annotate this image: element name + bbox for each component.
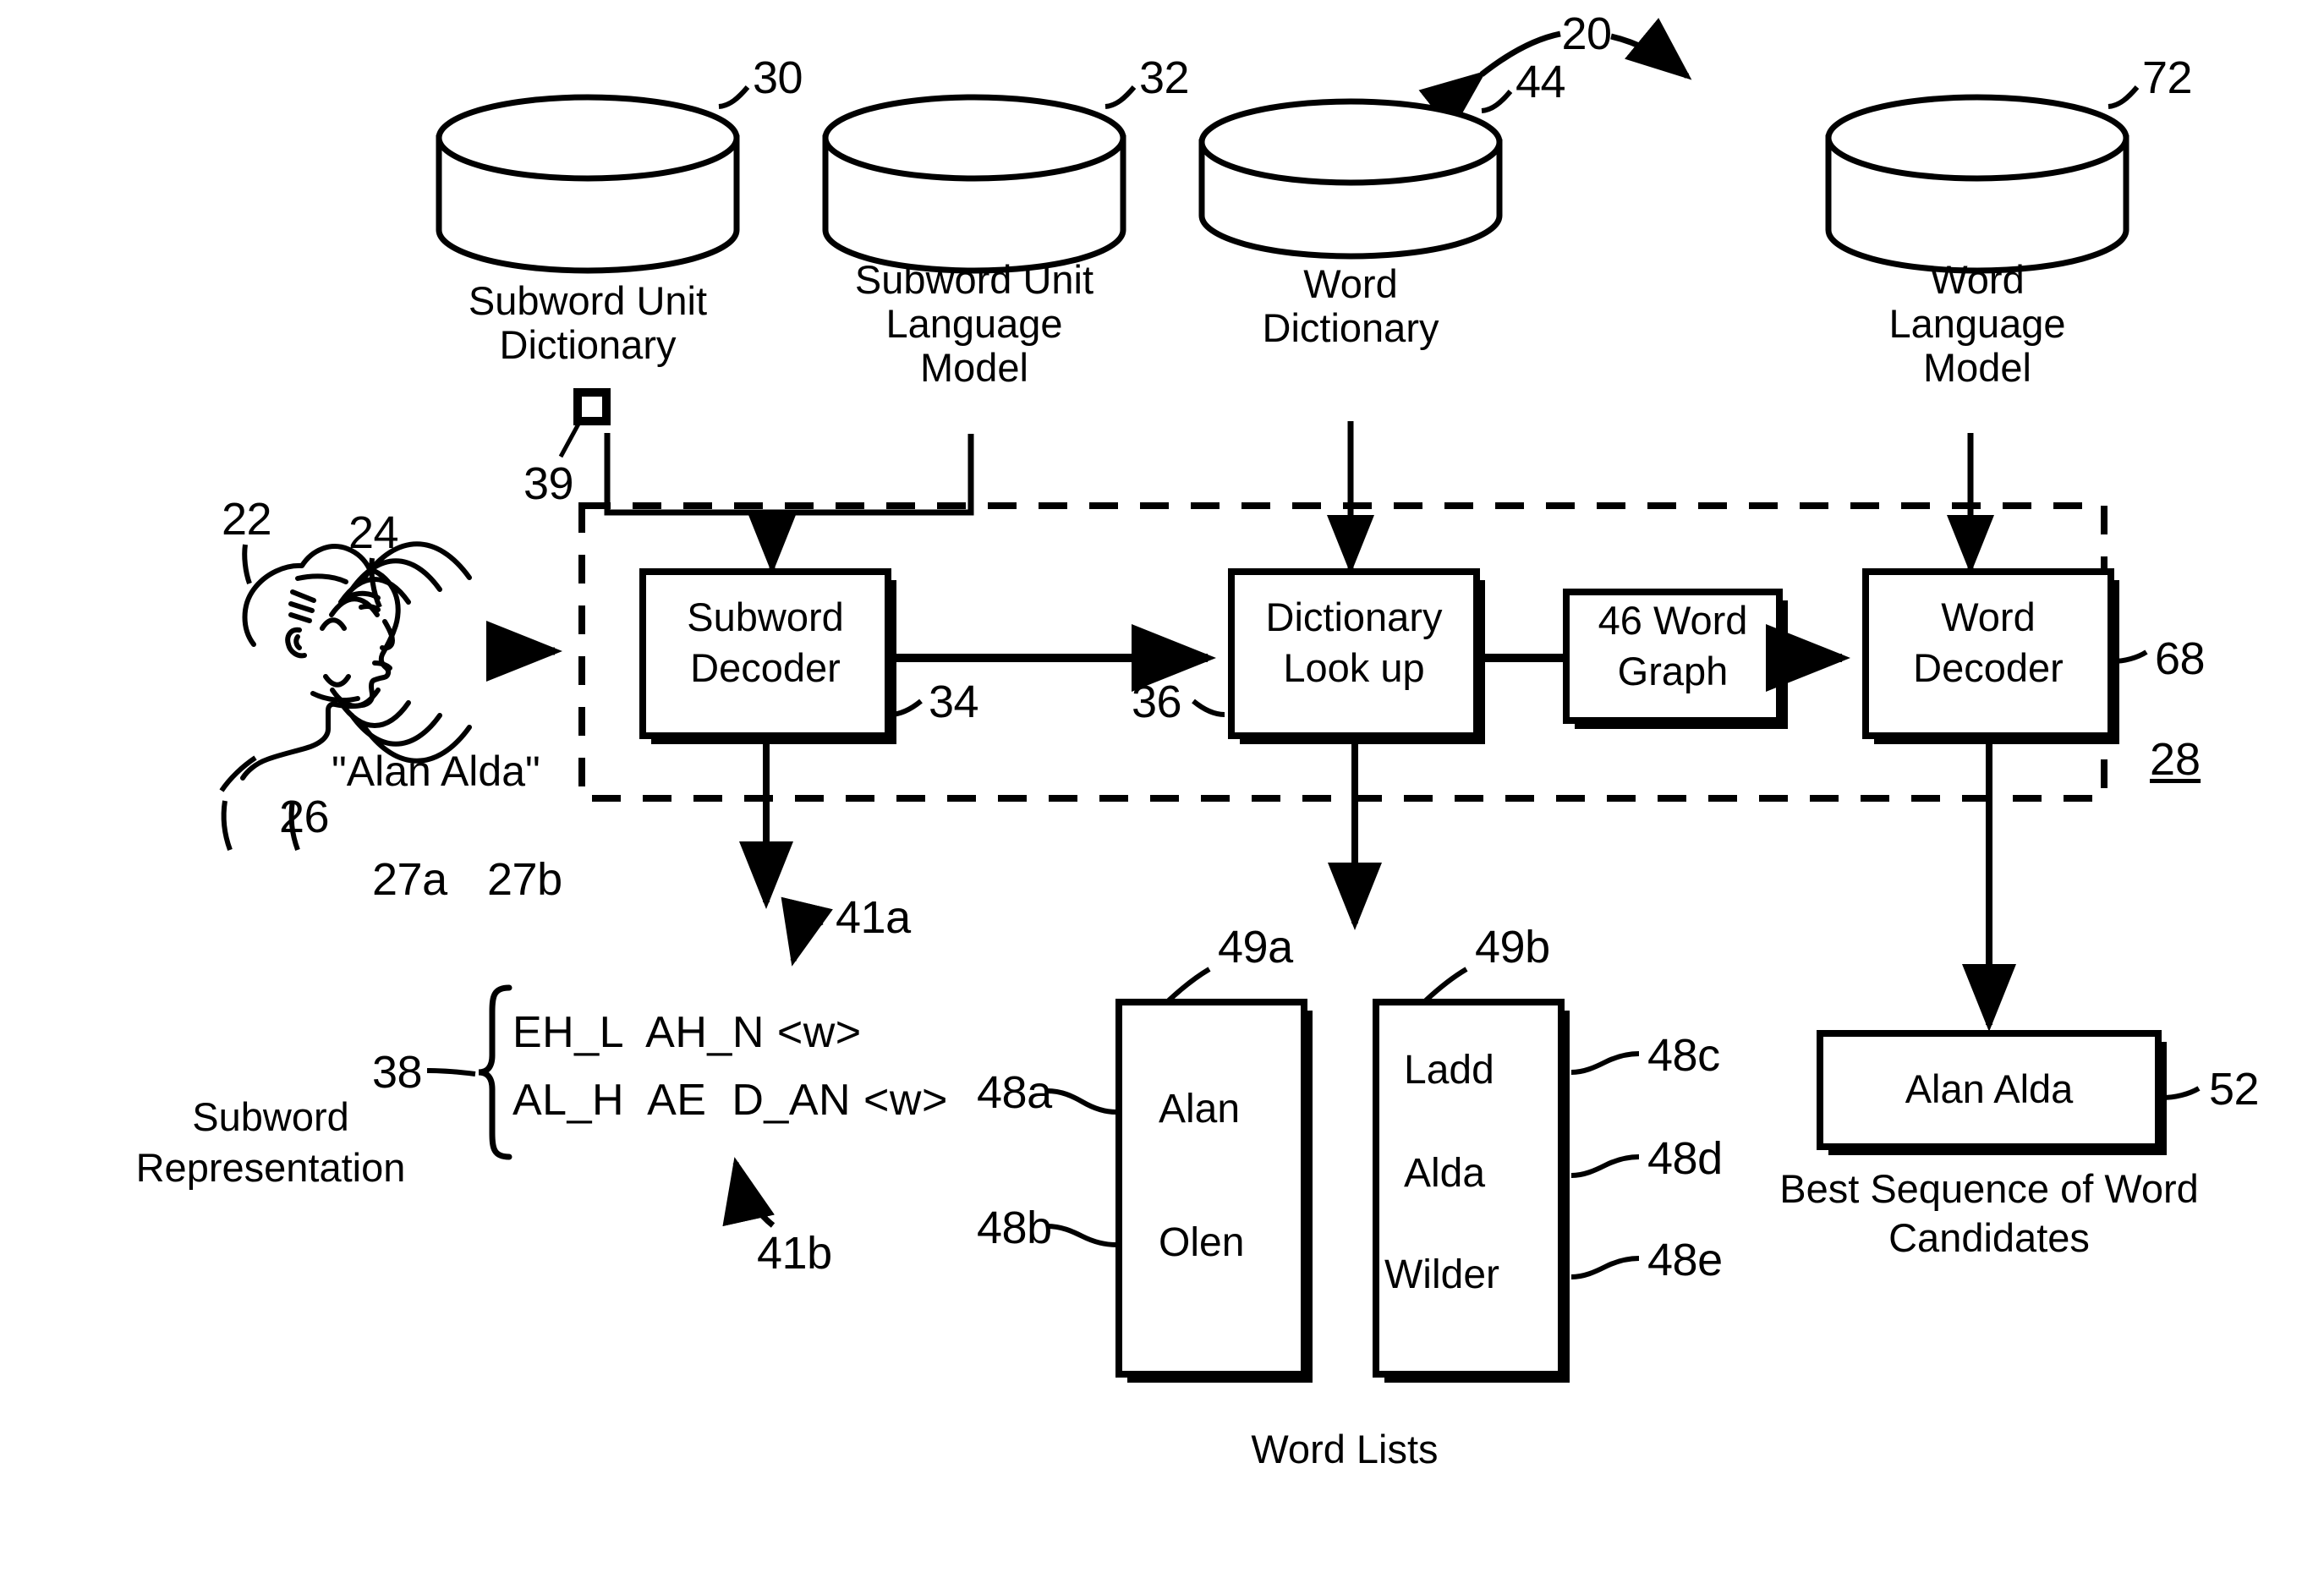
- subword-representation-caption-line-2: Representation: [135, 1145, 406, 1190]
- result-caption-line-2: Candidates: [1888, 1215, 2090, 1260]
- datastore-32-line-2: Language: [885, 301, 1063, 346]
- ref-leader-48b: [1046, 1224, 1117, 1247]
- ref-leader-52: [2161, 1086, 2201, 1100]
- datastore-word-dictionary: [1198, 98, 1503, 260]
- ref-leader-48c: [1570, 1051, 1640, 1075]
- word-item-48d-text: Alda: [1404, 1151, 1486, 1196]
- datastore-39-ref: 39: [523, 458, 574, 509]
- datastore-subword-unit-language-model: [822, 94, 1126, 274]
- ref-leader-44: [1481, 90, 1513, 113]
- ref-leader-48e: [1570, 1256, 1640, 1279]
- word-item-48b-ref: 48b: [977, 1203, 1052, 1253]
- datastore-30-line-2: Dictionary: [499, 322, 677, 367]
- ref-leader-49b: [1423, 967, 1468, 1003]
- ref-leader-30: [718, 85, 750, 109]
- ref-leader-41b: [722, 1157, 776, 1228]
- utterance-ref: 26: [279, 792, 330, 842]
- datastore-32-line-3: Model: [919, 345, 1028, 390]
- utterance-text: "Alan Alda": [332, 748, 540, 795]
- datastore-word-language-model: [1825, 94, 2129, 274]
- datastore-72-line-1: Word: [1930, 257, 2025, 302]
- word-item-48a-text: Alan: [1159, 1087, 1241, 1131]
- datastore-32-line-1: Subword Unit: [854, 257, 1094, 302]
- datastore-30-ref: 30: [753, 52, 803, 103]
- result-text: Alan Alda: [1905, 1066, 2074, 1111]
- patent-figure: 20 Subword Unit Dictionary 30 39 Subword…: [0, 0, 2324, 1578]
- ref-leader-36: [1192, 699, 1225, 717]
- subword-representation-brace: [478, 984, 512, 1160]
- block-word-decoder-line-2: Decoder: [1913, 645, 2064, 690]
- connector-subword-models-to-decoder: [604, 433, 974, 574]
- block-subword-decoder-line-2: Decoder: [690, 645, 841, 690]
- block-word-decoder-line-1: Word: [1941, 594, 2036, 639]
- block-dictionary-lookup-line-1: Dictionary: [1265, 594, 1443, 639]
- subword-row-1-ref: 41a: [836, 892, 911, 943]
- word2-ref: 27b: [487, 854, 562, 905]
- ref-leader-32: [1104, 85, 1137, 109]
- datastore-44-ref: 44: [1516, 57, 1566, 107]
- block-dictionary-lookup-ref: 36: [1132, 677, 1182, 727]
- ref-leader-48a: [1046, 1088, 1117, 1115]
- word-lists-caption: Word Lists: [1251, 1427, 1439, 1471]
- speech-wave-icon: [320, 541, 472, 764]
- result-caption-line-1: Best Sequence of Word: [1779, 1166, 2199, 1211]
- ref-leader-38: [426, 1068, 476, 1077]
- ref-leader-49a: [1166, 967, 1211, 1003]
- result-ref: 52: [2209, 1064, 2260, 1115]
- datastore-44-line-1: Word: [1303, 261, 1398, 306]
- block-subword-decoder-ref: 34: [929, 677, 979, 727]
- datastore-72-line-2: Language: [1888, 301, 2066, 346]
- datastore-44-line-2: Dictionary: [1262, 305, 1439, 350]
- word-list-box-49a: [1115, 999, 1313, 1383]
- word-item-48c-ref: 48c: [1647, 1030, 1720, 1081]
- block-subword-decoder-line-1: Subword: [687, 594, 844, 639]
- word-item-48c-text: Ladd: [1404, 1048, 1494, 1093]
- ref-leader-27a: [221, 800, 233, 852]
- datastore-32-ref: 32: [1139, 52, 1190, 103]
- block-word-decoder-ref: 68: [2155, 633, 2206, 684]
- word-item-48e-text: Wilder: [1384, 1252, 1500, 1297]
- subword-representation-ref: 38: [372, 1047, 423, 1098]
- ref-leader-22: [242, 544, 252, 585]
- datastore-72-line-3: Model: [1922, 345, 2031, 390]
- block-dictionary-lookup-line-2: Look up: [1283, 645, 1425, 690]
- output-connectors: [739, 739, 2016, 1032]
- ref-leader-26: [219, 755, 257, 792]
- subword-representation-row-1: EH_L AH_N <w>: [512, 1008, 862, 1057]
- subword-representation-caption-line-1: Subword: [192, 1094, 349, 1139]
- subword-row-2-ref: 41b: [757, 1228, 832, 1279]
- datastore-subword-unit-dictionary: [436, 94, 740, 274]
- block-word-graph-line-2: Graph: [1617, 649, 1729, 693]
- dictionary-entry-marker-39: [558, 388, 611, 458]
- datastore-72-ref: 72: [2142, 52, 2193, 103]
- block-word-graph-line-1: 46 Word: [1598, 598, 1748, 643]
- word-item-48a-ref: 48a: [977, 1067, 1052, 1118]
- system-ref-28: 28: [2150, 734, 2201, 785]
- speaker-head-ref: 22: [222, 494, 272, 545]
- word1-ref: 27a: [372, 854, 447, 905]
- subword-representation-row-2: AL_H AE D_AN <w>: [512, 1076, 948, 1125]
- ref-leader-48d: [1570, 1154, 1640, 1178]
- word-list-49a-ref: 49a: [1218, 922, 1293, 973]
- ref-leader-41a: [781, 896, 833, 967]
- word-item-48b-text: Olen: [1159, 1220, 1245, 1265]
- ref-leader-72: [2107, 85, 2140, 109]
- overall-ref-number: 20: [1561, 8, 1612, 59]
- word-list-49b-ref: 49b: [1475, 922, 1550, 973]
- datastore-30-line-1: Subword Unit: [468, 278, 708, 323]
- speech-wave-ref: 24: [348, 507, 399, 558]
